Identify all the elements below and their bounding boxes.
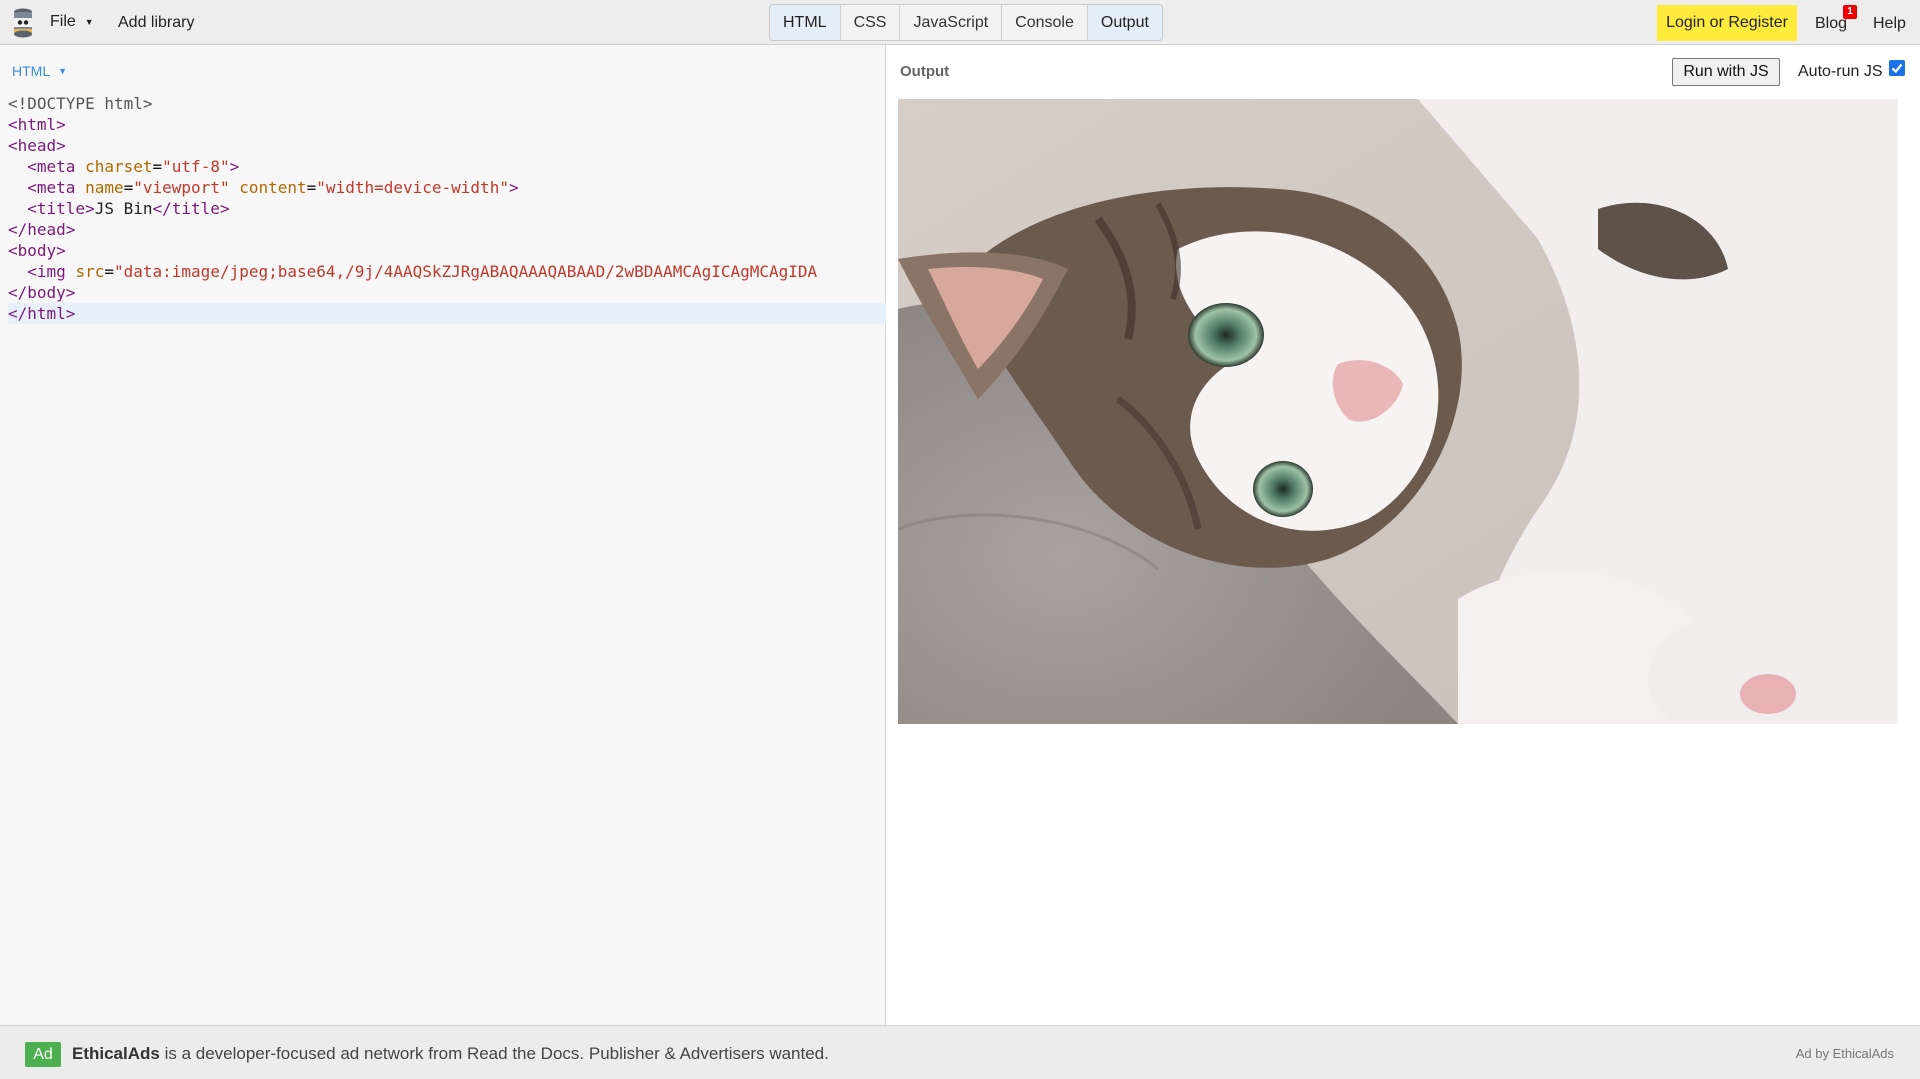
caret-down-icon: ▼ <box>84 17 94 27</box>
panel-tabs: HTML CSS JavaScript Console Output <box>769 4 1163 41</box>
ad-brand: EthicalAds <box>72 1044 160 1063</box>
html-editor-panel[interactable]: HTML ▼ <!DOCTYPE html> <html> <head> <meta… <box>0 45 886 1025</box>
code-line[interactable]: </body> <box>8 282 886 303</box>
cat-photo <box>898 99 1898 724</box>
code-line[interactable]: <title>JS Bin</title> <box>8 198 886 219</box>
code-line[interactable]: <body> <box>8 240 886 261</box>
autorun-checkbox[interactable] <box>1889 60 1905 76</box>
code-line[interactable]: <meta name="viewport" content="width=dev… <box>8 177 886 198</box>
file-menu-label: File <box>50 13 76 30</box>
editor-panel-label[interactable]: HTML ▼ <box>12 63 67 79</box>
ad-by-link[interactable]: Ad by EthicalAds <box>1796 1046 1894 1061</box>
code-line[interactable]: </html> <box>8 303 886 324</box>
tab-console[interactable]: Console <box>1002 5 1088 40</box>
code-line[interactable]: <html> <box>8 114 886 135</box>
tab-css[interactable]: CSS <box>840 5 901 40</box>
login-register-button[interactable]: Login or Register <box>1657 5 1797 41</box>
editor-panel-label-text: HTML <box>12 63 51 79</box>
ad-text[interactable]: EthicalAds is a developer-focused ad net… <box>72 1044 829 1064</box>
file-menu[interactable]: File ▼ <box>50 13 94 31</box>
output-panel-label: Output <box>900 63 950 80</box>
add-library-menu[interactable]: Add library <box>118 14 194 32</box>
code-line[interactable]: <!DOCTYPE html> <box>8 93 886 114</box>
tab-javascript[interactable]: JavaScript <box>900 5 1003 40</box>
code-line[interactable]: <head> <box>8 135 886 156</box>
tab-html[interactable]: HTML <box>770 5 841 40</box>
blog-notification-badge: 1 <box>1843 5 1857 19</box>
run-with-js-button[interactable]: Run with JS <box>1672 58 1780 86</box>
caret-down-icon: ▼ <box>58 66 68 76</box>
help-link[interactable]: Help <box>1873 15 1906 33</box>
ad-bar: Ad EthicalAds is a developer-focused ad … <box>0 1025 1920 1079</box>
ad-description: is a developer-focused ad network from R… <box>159 1044 829 1063</box>
code-line[interactable]: <img src="data:image/jpeg;base64,/9j/4AA… <box>8 261 886 282</box>
output-panel: Output Run with JS Auto-run JS <box>887 45 1920 1025</box>
code-line[interactable]: </head> <box>8 219 886 240</box>
code-line[interactable]: <meta charset="utf-8"> <box>8 156 886 177</box>
ad-badge: Ad <box>25 1042 61 1067</box>
autorun-label: Auto-run JS <box>1798 63 1883 80</box>
top-bar: File ▼ Add library HTML CSS JavaScript C… <box>0 0 1920 45</box>
tab-output[interactable]: Output <box>1087 5 1162 40</box>
jsbin-logo-icon[interactable] <box>10 7 36 39</box>
code-area[interactable]: <!DOCTYPE html> <html> <head> <meta charse… <box>8 93 886 324</box>
